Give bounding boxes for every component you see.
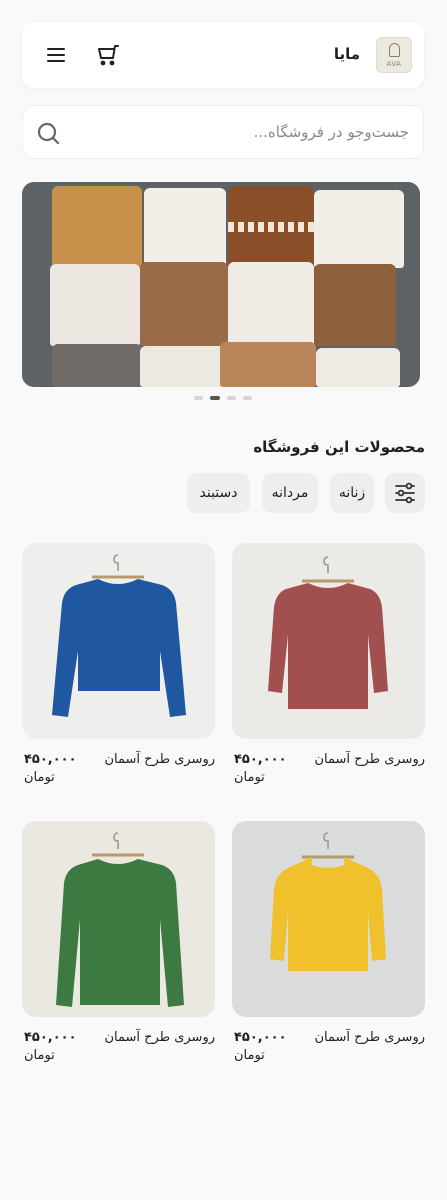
product-currency: تومان <box>234 1048 265 1063</box>
banner-sweater <box>52 344 142 387</box>
product-image[interactable] <box>22 543 215 739</box>
product-price: ۴۵۰,۰۰۰ <box>234 1030 287 1045</box>
product-price: ۴۵۰,۰۰۰ <box>24 752 77 767</box>
logo-text: AVA <box>386 60 402 68</box>
product-image[interactable] <box>232 821 425 1017</box>
product-price: ۴۵۰,۰۰۰ <box>234 752 287 767</box>
banner-sweater <box>140 262 228 346</box>
banner-sweater <box>52 186 142 268</box>
search-field[interactable]: جست‌وجو در فروشگاه... <box>22 105 424 159</box>
banner-sweater <box>228 262 314 346</box>
carousel-dot[interactable] <box>227 396 236 400</box>
product-name: روسری طرح آسمان <box>314 1030 426 1045</box>
cart-icon[interactable] <box>96 43 120 67</box>
product-currency: تومان <box>234 770 265 785</box>
sweater-illustration <box>232 821 425 1017</box>
product-image[interactable] <box>22 821 215 1017</box>
banner-sweater <box>314 264 396 346</box>
banner-sweater <box>220 342 316 387</box>
banner-sweater <box>316 348 400 387</box>
banner-sweater <box>314 190 404 268</box>
section-title: محصولات این فروشگاه <box>253 438 425 456</box>
banner-sweater <box>50 264 140 346</box>
product-price: ۴۵۰,۰۰۰ <box>24 1030 77 1045</box>
carousel-dot[interactable] <box>194 396 203 400</box>
product-currency: تومان <box>24 1048 55 1063</box>
product-currency: تومان <box>24 770 55 785</box>
product-name: روسری طرح آسمان <box>314 752 426 767</box>
banner-sweater <box>144 188 226 268</box>
store-name: مایا <box>333 45 360 63</box>
carousel-dot[interactable] <box>243 396 252 400</box>
carousel-dots <box>0 396 447 402</box>
banner-pattern-band <box>228 222 314 232</box>
product-name: روسری طرح آسمان <box>104 1030 216 1045</box>
menu-icon[interactable] <box>45 44 67 66</box>
chip-men[interactable]: مردانه <box>262 473 318 513</box>
carousel-dot-active[interactable] <box>210 396 220 400</box>
banner-sweater <box>140 346 226 387</box>
hero-banner[interactable] <box>22 182 420 387</box>
search-placeholder: جست‌وجو در فروشگاه... <box>253 123 409 141</box>
product-image[interactable] <box>232 543 425 739</box>
product-name: روسری طرح آسمان <box>104 752 216 767</box>
store-logo[interactable]: AVA <box>376 37 412 73</box>
logo-mark <box>389 43 400 57</box>
sliders-icon <box>395 482 415 504</box>
chip-women[interactable]: زنانه <box>330 473 374 513</box>
sweater-illustration <box>232 543 425 739</box>
top-bar: AVA مایا <box>22 22 424 88</box>
search-icon[interactable] <box>36 121 62 147</box>
sweater-illustration <box>22 821 215 1017</box>
filter-button[interactable] <box>385 473 425 513</box>
chip-bracelet[interactable]: دستبند <box>187 473 250 513</box>
sweater-illustration <box>22 543 215 739</box>
